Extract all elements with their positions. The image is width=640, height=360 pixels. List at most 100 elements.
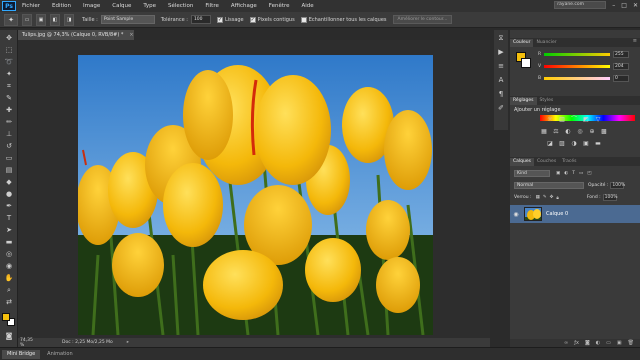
tab-animation[interactable]: Animation (42, 350, 78, 359)
green-value-input[interactable]: 204 (613, 62, 629, 70)
invert-icon[interactable]: ◪ (546, 140, 554, 147)
lasso-tool-icon[interactable]: ➰ (3, 58, 15, 67)
hand-tool-icon[interactable]: ✋ (3, 274, 15, 283)
move-tool-icon[interactable]: ✥ (3, 34, 15, 43)
magic-wand-tool-icon[interactable]: ✦ (3, 70, 15, 79)
posterize-icon[interactable]: ▨ (558, 140, 566, 147)
tab-reglages[interactable]: Réglages (510, 97, 537, 105)
paragraph-panel-icon[interactable]: ¶ (496, 90, 506, 99)
close-document-icon[interactable]: × (129, 32, 133, 38)
menu-affichage[interactable]: Affichage (231, 3, 257, 9)
menu-aide[interactable]: Aide (302, 3, 314, 9)
minimize-button[interactable]: – (612, 2, 615, 9)
green-slider[interactable] (544, 64, 610, 68)
healing-brush-tool-icon[interactable]: ✚ (3, 106, 15, 115)
threshold-icon[interactable]: ◑ (570, 140, 578, 147)
red-slider[interactable] (544, 52, 610, 56)
quick-mask-icon[interactable]: ◙ (3, 332, 15, 341)
tab-couleur[interactable]: Couleur (510, 39, 534, 47)
filter-adjustment-icon[interactable]: ◐ (564, 171, 568, 176)
eyedropper-tool-icon[interactable]: ✎ (3, 94, 15, 103)
color-balance-icon[interactable]: ⚖ (552, 128, 560, 135)
new-layer-icon[interactable]: ▣ (617, 339, 622, 347)
link-layers-icon[interactable]: ∞ (564, 339, 568, 347)
document-tab[interactable]: Tulips.jpg @ 74,3% (Calque 0, RVB/8#) * … (18, 30, 134, 40)
color-lookup-icon[interactable]: ▩ (600, 128, 608, 135)
blend-mode-select[interactable]: Normal (514, 182, 584, 189)
antialias-checkbox[interactable]: ✓ Lissage (216, 16, 244, 23)
vibrance-icon[interactable]: ▽ (594, 116, 602, 123)
levels-icon[interactable]: ▥ (558, 116, 566, 123)
history-panel-icon[interactable]: ⧖ (496, 34, 506, 43)
foreground-color-swatch[interactable] (2, 313, 10, 321)
blue-slider[interactable] (544, 76, 610, 80)
refine-edge-button[interactable]: Améliorer le contour... (392, 15, 453, 24)
brush-tool-icon[interactable]: ✏ (3, 118, 15, 127)
tolerance-input[interactable]: 100 (190, 15, 211, 24)
menu-edition[interactable]: Edition (52, 3, 71, 9)
dodge-tool-icon[interactable]: ● (3, 190, 15, 199)
character-panel-icon[interactable]: A (496, 76, 506, 85)
tab-mini-bridge[interactable]: Mini Bridge (2, 349, 41, 359)
opacity-input[interactable]: 100% (610, 182, 625, 189)
new-selection-mode[interactable]: ▭ (22, 13, 32, 26)
channel-mixer-icon[interactable]: ⊕ (588, 128, 596, 135)
lock-position-icon[interactable]: ✥ (550, 195, 554, 200)
3d-camera-tool-icon[interactable]: ◉ (3, 262, 15, 271)
panel-menu-icon[interactable]: ≡ (633, 38, 637, 44)
gradient-tool-icon[interactable]: ▤ (3, 166, 15, 175)
history-brush-tool-icon[interactable]: ↺ (3, 142, 15, 151)
tab-nuancier[interactable]: Nuancier (533, 39, 559, 47)
fill-input[interactable]: 100% (602, 194, 618, 201)
lock-transparency-icon[interactable]: ▦ (536, 195, 540, 200)
filter-type-icon[interactable]: T (572, 171, 575, 176)
visibility-eye-icon[interactable]: ◉ (510, 211, 522, 218)
close-window-button[interactable]: ✕ (633, 2, 638, 9)
menu-image[interactable]: Image (83, 3, 100, 9)
type-tool-icon[interactable]: T (3, 214, 15, 223)
eraser-tool-icon[interactable]: ▭ (3, 154, 15, 163)
color-panel-background-swatch[interactable] (521, 58, 531, 68)
marquee-tool-icon[interactable]: ⬚ (3, 46, 15, 55)
add-selection-mode[interactable]: ▣ (36, 13, 46, 26)
sample-all-layers-checkbox[interactable]: Echantillonner tous les calques (300, 16, 387, 23)
tab-traces[interactable]: Tracés (559, 158, 579, 166)
document-canvas-image[interactable] (78, 55, 433, 335)
layer-style-icon[interactable]: ƒx (574, 339, 579, 347)
menu-calque[interactable]: Calque (112, 3, 131, 9)
blue-value-input[interactable]: 0 (613, 74, 629, 82)
zoom-tool-icon[interactable]: ⌕ (3, 286, 15, 295)
exposure-icon[interactable]: ◩ (582, 116, 590, 123)
new-adjustment-icon[interactable]: ◐ (596, 339, 600, 347)
3d-rotate-tool-icon[interactable]: ◎ (3, 250, 15, 259)
intersect-selection-mode[interactable]: ◨ (64, 13, 74, 26)
brightness-icon[interactable]: ☼ (546, 116, 554, 123)
crop-tool-icon[interactable]: ⌗ (3, 82, 15, 91)
subtract-selection-mode[interactable]: ◧ (50, 13, 60, 26)
pen-tool-icon[interactable]: ✒ (3, 202, 15, 211)
selective-color-icon[interactable]: ▣ (582, 140, 590, 147)
swap-colors-icon[interactable]: ⇄ (3, 298, 15, 307)
shape-tool-icon[interactable]: ▬ (3, 238, 15, 247)
red-value-input[interactable]: 255 (613, 50, 629, 58)
lock-pixels-icon[interactable]: ✎ (543, 195, 547, 200)
menu-filtre[interactable]: Filtre (205, 3, 219, 9)
path-selection-tool-icon[interactable]: ➤ (3, 226, 15, 235)
menu-type[interactable]: Type (143, 3, 156, 9)
actions-panel-icon[interactable]: ▶ (496, 48, 506, 57)
delete-layer-icon[interactable]: 🗑︎ (628, 339, 634, 347)
tab-calques[interactable]: Calques (510, 158, 534, 166)
filter-shape-icon[interactable]: ▭ (579, 171, 583, 176)
tab-couches[interactable]: Couches (534, 158, 559, 166)
photo-filter-icon[interactable]: ◎ (576, 128, 584, 135)
add-mask-icon[interactable]: ◙ (585, 339, 590, 347)
brush-panel-icon[interactable]: ✐ (496, 104, 506, 113)
menu-selection[interactable]: Sélection (168, 3, 193, 9)
layer-row-calque-0[interactable]: ◉ Calque 0 (510, 205, 640, 223)
tab-styles[interactable]: Styles (537, 97, 557, 105)
menu-fenetre[interactable]: Fenêtre (269, 3, 290, 9)
gradient-map-icon[interactable]: ▬ (594, 140, 602, 147)
blur-tool-icon[interactable]: ◆ (3, 178, 15, 187)
filter-pixel-icon[interactable]: ▣ (556, 171, 560, 176)
layer-kind-select[interactable]: Kind (514, 170, 550, 177)
